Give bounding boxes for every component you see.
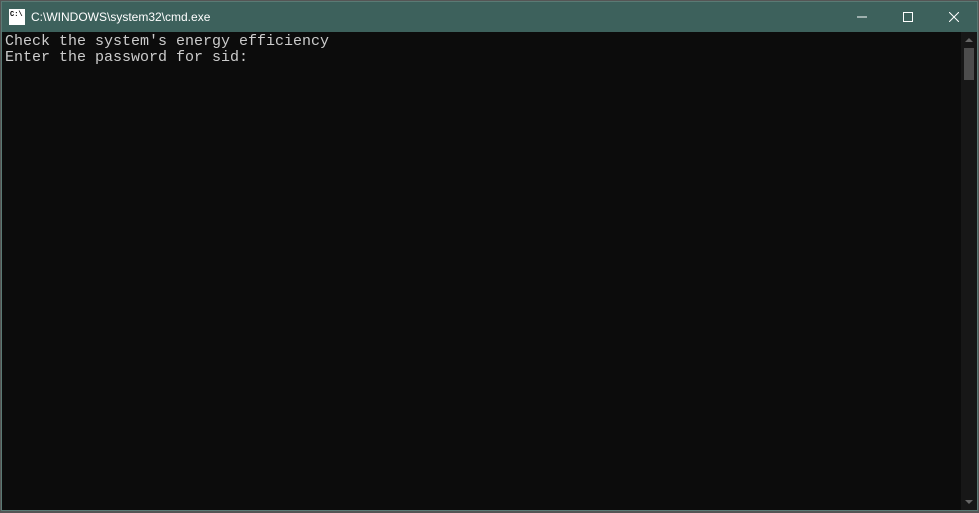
cmd-icon (9, 9, 25, 25)
vertical-scrollbar[interactable] (961, 32, 977, 510)
titlebar[interactable]: C:\WINDOWS\system32\cmd.exe (2, 2, 977, 32)
terminal-content[interactable]: Check the system's energy efficiencyEnte… (2, 32, 961, 510)
window-controls (839, 2, 977, 32)
terminal-body: Check the system's energy efficiencyEnte… (2, 32, 977, 510)
maximize-icon (903, 12, 913, 22)
minimize-icon (857, 12, 867, 22)
chevron-up-icon (965, 38, 973, 42)
scrollbar-thumb[interactable] (964, 48, 974, 80)
maximize-button[interactable] (885, 2, 931, 32)
minimize-button[interactable] (839, 2, 885, 32)
cmd-window: C:\WINDOWS\system32\cmd.exe Check the sy (1, 1, 978, 511)
close-button[interactable] (931, 2, 977, 32)
window-title: C:\WINDOWS\system32\cmd.exe (31, 10, 839, 24)
close-icon (949, 12, 959, 22)
terminal-line: Check the system's energy efficiency (5, 34, 961, 50)
scrollbar-track[interactable] (961, 48, 977, 494)
scrollbar-down-arrow[interactable] (961, 494, 977, 510)
scrollbar-up-arrow[interactable] (961, 32, 977, 48)
terminal-line: Enter the password for sid: (5, 50, 961, 66)
chevron-down-icon (965, 500, 973, 504)
